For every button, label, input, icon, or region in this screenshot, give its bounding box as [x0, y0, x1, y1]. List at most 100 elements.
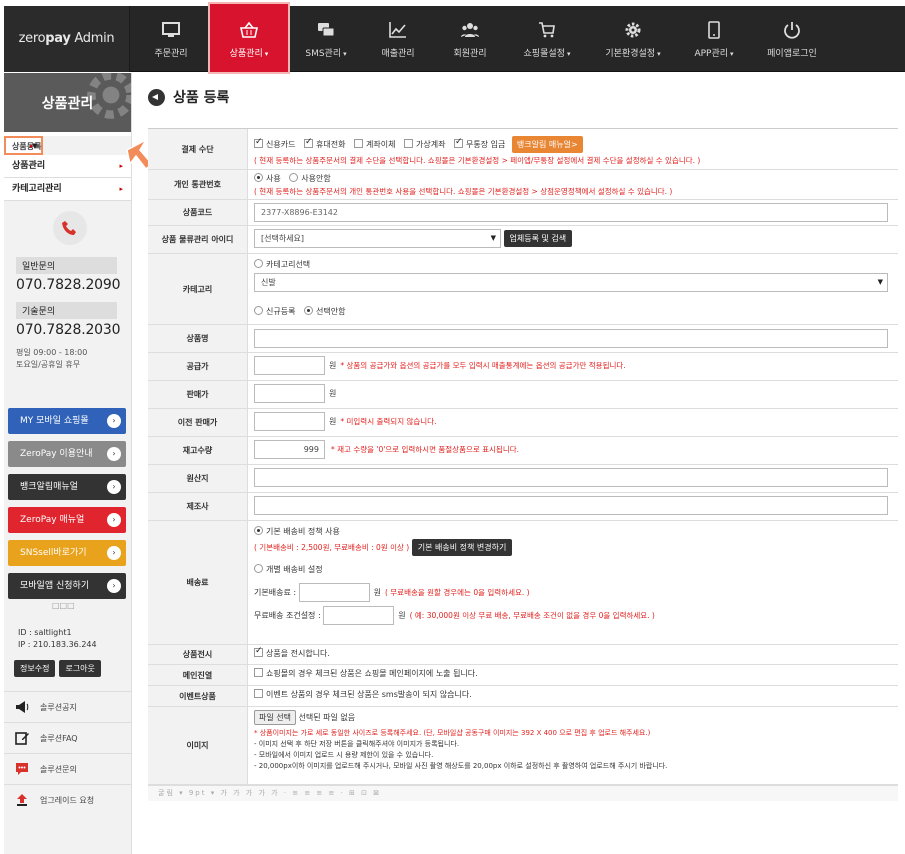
checkbox[interactable]	[254, 689, 263, 698]
field-label: 이벤트상품	[148, 686, 248, 706]
payment-transfer[interactable]: 계좌이체	[354, 139, 395, 149]
main-display-checkbox-row[interactable]: 쇼핑몰의 경우 체크된 상품은 쇼핑몰 메인페이지에 노출 됩니다.	[248, 665, 898, 685]
logistics-select[interactable]: [선택하세요]	[254, 229, 501, 248]
row-main-display: 메인진열 쇼핑몰의 경우 체크된 상품은 쇼핑몰 메인페이지에 노출 됩니다.	[148, 665, 898, 686]
radio[interactable]	[254, 259, 263, 268]
bank-alert-manual-button[interactable]: 뱅크알림매뉴얼 ›	[8, 474, 126, 500]
chevron-right-icon: ›	[107, 579, 121, 593]
radio[interactable]	[254, 173, 263, 182]
nav-label: 회원관리	[453, 49, 487, 59]
logo[interactable]: zeropay Admin	[4, 6, 130, 72]
snssell-button[interactable]: SNSsell바로가기 ›	[8, 540, 126, 566]
field-label: 상품명	[148, 325, 248, 352]
edit-info-button[interactable]: 정보수정	[14, 660, 56, 677]
checkbox[interactable]	[454, 137, 463, 148]
checkbox[interactable]	[354, 139, 363, 148]
supply-note: * 상품의 공급가와 옵션의 공급가를 모두 입력시 매출통계에는 옵션의 공급…	[340, 361, 626, 370]
nav-products[interactable]: 상품관리 ▾	[208, 2, 290, 74]
maker-input[interactable]	[254, 496, 888, 515]
solution-faq-link[interactable]: 솔루션FAQ	[4, 722, 131, 753]
nav-app[interactable]: APP관리 ▾	[678, 6, 750, 72]
vendor-search-button[interactable]: 업체등록 및 검색	[503, 230, 573, 247]
file-status: 선택된 파일 없음	[298, 713, 356, 722]
payment-virtual[interactable]: 가상계좌	[404, 139, 445, 149]
upload-icon	[17, 794, 27, 806]
product-name-input[interactable]	[254, 329, 888, 348]
checkbox[interactable]	[304, 137, 313, 148]
customs-nouse[interactable]: 사용안함	[289, 173, 331, 183]
display-checkbox-row[interactable]: 상품을 전시합니다.	[248, 645, 898, 664]
nav-members[interactable]: 회원관리	[434, 6, 506, 72]
product-code-input[interactable]: 2377-X8896-E3142	[254, 203, 888, 222]
sidebar-item-category-manage[interactable]: 카테고리관리 ▸	[4, 178, 131, 201]
sidebar-item-product-manage[interactable]: 상품관리 ▸	[4, 155, 131, 178]
nav-sms[interactable]: SMS관리 ▾	[290, 6, 362, 72]
supply-price-input[interactable]	[254, 356, 325, 375]
payment-bank[interactable]: 무통장 입금	[454, 137, 505, 149]
free-shipping-input[interactable]	[323, 606, 395, 625]
shipping-basic-radio[interactable]: 기본 배송비 정책 사용	[254, 526, 892, 537]
radio[interactable]	[254, 306, 263, 315]
event-checkbox-row[interactable]: 이벤트 상품의 경우 체크된 상품은 sms발송이 되지 않습니다.	[248, 686, 898, 706]
editor-toolbar[interactable]: 굴림 ▾ 9pt ▾ 가 가 가 가 가 · ≡ ≡ ≡ ≡ · ⊞ ⊡ ⊠	[148, 785, 898, 801]
checkbox[interactable]	[254, 668, 263, 677]
solution-links: 솔루션공지 솔루션FAQ 솔루션문의 업그레이드 요청	[4, 691, 131, 815]
checkbox[interactable]	[404, 139, 413, 148]
radio[interactable]	[254, 564, 263, 573]
change-shipping-policy-button[interactable]: 기본 배송비 정책 변경하기	[411, 539, 513, 556]
sidebar-item-product-register[interactable]: 상품등록 ▸	[4, 136, 44, 155]
payment-card[interactable]: 신용카드	[254, 137, 295, 149]
nav-payapp-login[interactable]: 페이앱로그인	[750, 6, 834, 72]
origin-input[interactable]	[254, 468, 888, 487]
zeropay-manual-button[interactable]: ZeroPay 매뉴얼 ›	[8, 507, 126, 533]
radio[interactable]	[289, 173, 299, 182]
row-customs: 개인 통관번호 사용 사용안함 ( 현재 등록하는 상품주문서의 개인 통관번호…	[148, 170, 898, 200]
chevron-right-icon: ›	[107, 414, 121, 428]
category-select-radio[interactable]: 카테고리선택	[254, 259, 892, 270]
solution-inquiry-link[interactable]: 솔루션문의	[4, 753, 131, 784]
power-icon	[784, 22, 800, 39]
payment-phone[interactable]: 휴대전화	[304, 137, 345, 149]
row-payment: 결제 수단 신용카드 휴대전화 계좌이체 가상계좌 무통장 입금 뱅크알림 매뉴…	[148, 129, 898, 170]
nav-sales[interactable]: 매출관리	[362, 6, 434, 72]
basket-icon	[240, 21, 258, 38]
zeropay-guide-button[interactable]: ZeroPay 이용안내 ›	[8, 441, 126, 467]
chevron-right-icon: ›	[107, 513, 121, 527]
shipping-individual-radio[interactable]: 개별 배송비 설정	[254, 564, 892, 575]
back-icon[interactable]	[148, 88, 165, 106]
nav-orders[interactable]: 주문관리	[134, 6, 208, 72]
field-label: 이전 판매가	[148, 409, 248, 436]
row-origin: 원산지	[148, 465, 898, 493]
checkbox[interactable]	[254, 137, 263, 148]
unit-label: 원	[373, 588, 381, 597]
category-new[interactable]: 신규등록	[254, 306, 295, 316]
stock-input[interactable]: 999	[254, 440, 325, 459]
row-image: 이미지 파일 선택 선택된 파일 없음 * 상품이미지는 가로 세로 동일한 사…	[148, 707, 898, 785]
my-mobile-shop-button[interactable]: MY 모바일 쇼핑몰 ›	[8, 408, 126, 434]
field-label: 제조사	[148, 493, 248, 520]
logout-button[interactable]: 로그아웃	[59, 660, 101, 677]
shipping-fee-input[interactable]	[298, 583, 370, 602]
checkbox[interactable]	[254, 646, 263, 657]
file-select-button[interactable]: 파일 선택	[254, 710, 296, 725]
solution-notice-link[interactable]: 솔루션공지	[4, 691, 131, 722]
customs-use[interactable]: 사용	[254, 173, 281, 183]
nav-shop-settings[interactable]: 쇼핑몰설정 ▾	[506, 6, 588, 72]
radio[interactable]	[254, 526, 263, 535]
upgrade-request-link[interactable]: 업그레이드 요청	[4, 784, 131, 815]
prev-price-input[interactable]	[254, 412, 325, 431]
category-none[interactable]: 선택안함	[304, 306, 345, 316]
sale-price-input[interactable]	[254, 384, 325, 403]
mobile-app-apply-button[interactable]: 모바일앱 신청하기 ›	[8, 573, 126, 599]
field-label: 원산지	[148, 465, 248, 492]
image-note: - 20,000px이하 이미지를 업로드해 주시거나, 모바일 사진 촬영 해…	[254, 762, 668, 770]
chevron-right-icon: ▸	[119, 162, 123, 170]
nav-basic-settings[interactable]: 기본환경설정 ▾	[588, 6, 678, 72]
general-contact-number: 070.7828.2090	[16, 277, 121, 293]
radio[interactable]	[304, 306, 313, 315]
pager-dots[interactable]: □□□	[52, 601, 75, 610]
category-select[interactable]: 신발	[254, 273, 888, 292]
bank-alert-manual-button[interactable]: 뱅크알림 매뉴얼>	[511, 136, 583, 153]
field-label: 상품 물류관리 아이디	[148, 226, 248, 253]
row-supply: 공급가 원 * 상품의 공급가와 옵션의 공급가를 모두 입력시 매출통계에는 옵…	[148, 353, 898, 381]
